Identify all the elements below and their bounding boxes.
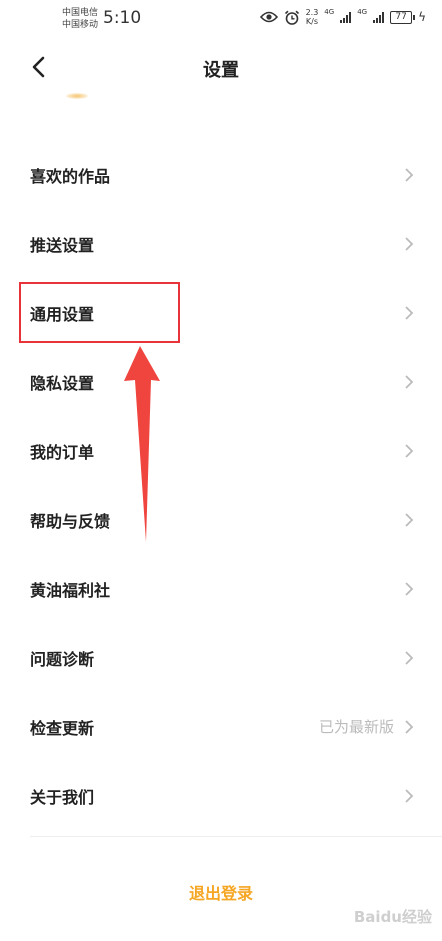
red-arrow-annotation [124,346,160,542]
watermark: Baidu经验 [353,908,432,926]
